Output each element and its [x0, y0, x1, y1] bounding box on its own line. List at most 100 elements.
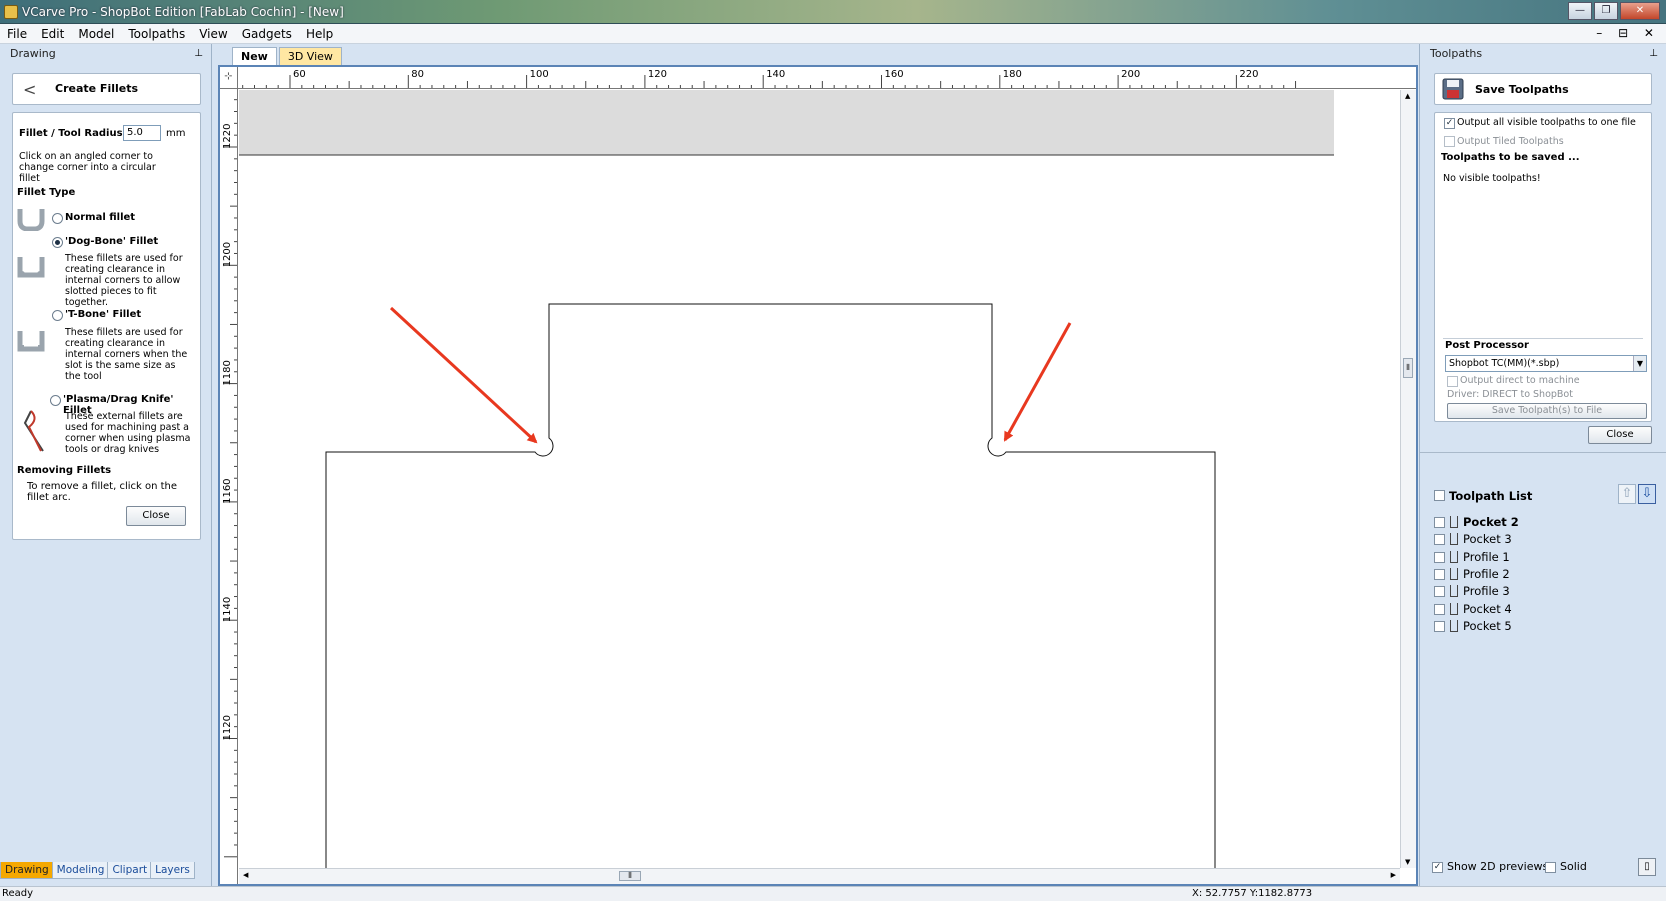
ruler-label: 1160 [222, 478, 233, 503]
tab-new[interactable]: New [232, 47, 277, 65]
end-mill-icon [1450, 550, 1458, 563]
menu-gadgets[interactable]: Gadgets [235, 24, 299, 44]
ruler-label: 1220 [222, 124, 233, 149]
toolpath-visibility-checkbox[interactable] [1434, 568, 1445, 580]
normal-fillet-radio[interactable] [52, 213, 63, 224]
post-processor-heading: Post Processor [1445, 340, 1529, 351]
drag-knife-icon [23, 410, 44, 452]
toolpaths-panel: Toolpaths ⊥ Save Toolpaths Output all vi… [1419, 44, 1666, 886]
scroll-right-icon[interactable]: ▶ [1391, 871, 1396, 879]
end-mill-icon [1450, 602, 1458, 615]
vertical-scrollbar[interactable]: ▲ ⦀ ▼ [1400, 90, 1416, 868]
move-up-arrow-icon[interactable]: ⇧ [1618, 484, 1636, 504]
normal-fillet-label[interactable]: Normal fillet [65, 212, 135, 223]
end-mill-icon [1450, 533, 1458, 546]
output-direct-label[interactable]: Output direct to machine [1460, 375, 1580, 386]
mdi-window-controls[interactable]: – ⊟ ✕ [1596, 26, 1660, 40]
close-fillets-button[interactable]: Close [126, 506, 186, 526]
no-visible-toolpaths-text: No visible toolpaths! [1443, 173, 1541, 184]
toolpath-visibility-checkbox[interactable] [1434, 603, 1445, 615]
toolpath-list-heading: Toolpath List [1449, 489, 1533, 503]
horizontal-ruler-ticks: 60 80 100 120 140 160 180 200 220 [242, 69, 1297, 88]
drawing-svg[interactable] [239, 90, 1414, 872]
drawing-canvas[interactable] [239, 90, 1414, 872]
pin-icon[interactable]: ⊥ [194, 48, 203, 59]
toolpath-visibility-checkbox[interactable] [1434, 534, 1445, 546]
show-2d-previews-label[interactable]: Show 2D previews [1447, 860, 1548, 873]
output-direct-checkbox[interactable] [1447, 376, 1458, 387]
tab-drawing[interactable]: Drawing [0, 862, 54, 879]
end-mill-icon [1450, 567, 1458, 580]
scroll-up-icon[interactable]: ▲ [1405, 92, 1410, 100]
tab-clipart[interactable]: Clipart [107, 862, 153, 879]
output-all-visible-label[interactable]: Output all visible toolpaths to one file [1457, 117, 1636, 128]
ruler-label: 80 [411, 69, 424, 80]
menu-toolpaths[interactable]: Toolpaths [121, 24, 192, 44]
scroll-down-icon[interactable]: ▼ [1405, 858, 1410, 866]
window-title: VCarve Pro - ShopBot Edition [FabLab Coc… [22, 5, 344, 19]
save-toolpaths-form: Output all visible toolpaths to one file… [1434, 112, 1652, 422]
material-offcut-region [239, 90, 1334, 155]
ruler-label: 140 [766, 69, 785, 80]
menu-view[interactable]: View [192, 24, 234, 44]
ruler-label: 100 [530, 69, 549, 80]
tab-layers[interactable]: Layers [150, 862, 195, 879]
plasma-description: These external fillets are used for mach… [65, 411, 191, 455]
menu-help[interactable]: Help [299, 24, 340, 44]
app-icon [4, 5, 18, 19]
ruler-corner-icon[interactable]: ⊹ [220, 67, 238, 89]
ruler-label: 220 [1239, 69, 1258, 80]
left-panel-tabs: Drawing Modeling Clipart Layers [0, 862, 212, 884]
toolpath-visibility-checkbox[interactable] [1434, 586, 1445, 598]
toolpaths-to-be-saved-heading: Toolpaths to be saved ... [1441, 152, 1580, 163]
horizontal-scrollbar[interactable]: ◀ ⦀ ▶ [239, 868, 1400, 884]
close-window-button[interactable]: ✕ [1620, 2, 1660, 20]
save-toolpaths-to-file-button[interactable]: Save Toolpath(s) to File [1447, 403, 1647, 419]
menu-edit[interactable]: Edit [34, 24, 71, 44]
vertical-scroll-thumb[interactable]: ⦀ [1403, 358, 1413, 378]
dog-bone-fillet-label[interactable]: 'Dog-Bone' Fillet [65, 236, 158, 247]
t-bone-fillet-label[interactable]: 'T-Bone' Fillet [65, 309, 141, 320]
toolpath-visibility-checkbox[interactable] [1434, 620, 1445, 632]
scroll-left-icon[interactable]: ◀ [243, 871, 248, 879]
move-down-arrow-icon[interactable]: ⇩ [1638, 484, 1656, 504]
menu-model[interactable]: Model [71, 24, 121, 44]
ruler-label: 200 [1121, 69, 1140, 80]
removing-fillets-heading: Removing Fillets [17, 465, 112, 476]
minimize-button[interactable]: — [1568, 2, 1592, 20]
close-toolpaths-button[interactable]: Close [1588, 426, 1652, 444]
post-processor-select[interactable]: Shopbot TC(MM)(*.sbp) ▼ [1445, 355, 1647, 372]
solid-label[interactable]: Solid [1560, 860, 1587, 873]
menu-file[interactable]: File [0, 24, 34, 44]
plasma-fillet-radio[interactable] [50, 395, 61, 406]
toolpath-name: Profile 2 [1463, 566, 1510, 581]
tab-modeling[interactable]: Modeling [51, 862, 110, 879]
show-2d-previews-checkbox[interactable] [1432, 862, 1443, 873]
radius-input[interactable]: 5.0 [123, 125, 161, 141]
dog-bone-description: These fillets are used for creating clea… [65, 253, 183, 308]
toolpath-visibility-checkbox[interactable] [1434, 517, 1445, 528]
selected-vector-shape[interactable] [325, 303, 1216, 872]
solid-checkbox[interactable] [1545, 862, 1556, 873]
toolpath-list-checkbox[interactable] [1434, 490, 1445, 501]
dog-bone-fillet-icon [17, 257, 45, 278]
t-bone-description: These fillets are used for creating clea… [65, 327, 188, 382]
t-bone-fillet-radio[interactable] [52, 310, 63, 321]
toolpath-visibility-checkbox[interactable] [1434, 551, 1445, 563]
preview-settings-icon[interactable]: ▯ [1638, 858, 1656, 876]
output-tiled-checkbox[interactable] [1444, 136, 1455, 147]
fillet-type-heading: Fillet Type [17, 187, 76, 198]
dropdown-arrow-icon[interactable]: ▼ [1633, 356, 1646, 371]
output-all-visible-checkbox[interactable] [1444, 118, 1455, 129]
output-tiled-label[interactable]: Output Tiled Toolpaths [1457, 136, 1564, 147]
dog-bone-fillet-radio[interactable] [52, 237, 63, 248]
create-fillets-title: Create Fillets [55, 82, 139, 95]
fillet-form: Fillet / Tool Radius: 5.0 mm Click on an… [12, 112, 201, 540]
ruler-label: 1180 [222, 360, 233, 385]
ruler-label: 1200 [222, 242, 233, 267]
tab-3d-view[interactable]: 3D View [278, 47, 342, 65]
back-arrow-icon[interactable]: < [23, 80, 36, 99]
pin-icon[interactable]: ⊥ [1649, 48, 1658, 59]
maximize-button[interactable]: ❐ [1594, 2, 1618, 20]
horizontal-scroll-thumb[interactable]: ⦀ [619, 871, 641, 881]
